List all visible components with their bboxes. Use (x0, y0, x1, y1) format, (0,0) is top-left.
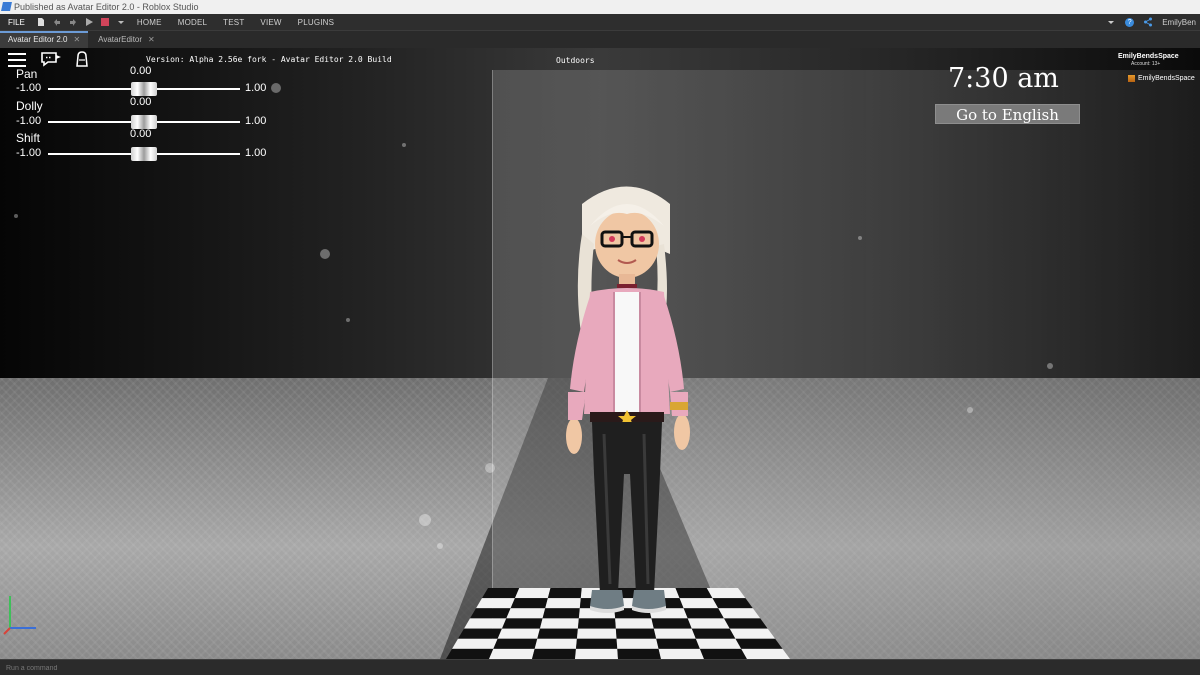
game-viewport[interactable]: Version: Alpha 2.56e fork - Avatar Edito… (0, 48, 1200, 659)
slider-value: 0.00 (130, 65, 152, 77)
play-icon[interactable] (84, 17, 94, 27)
ribbon-right-tools: ? EmilyBen (1103, 17, 1200, 27)
quick-access-dropdown-icon[interactable] (116, 17, 126, 27)
menu-model[interactable]: MODEL (170, 18, 215, 27)
undo-icon[interactable] (52, 17, 62, 27)
window-title: Published as Avatar Editor 2.0 - Roblox … (14, 2, 199, 12)
slider-min-label: -1.00 (16, 82, 42, 94)
chevron-down-icon[interactable] (1106, 17, 1116, 27)
slider-min-label: -1.00 (16, 115, 42, 127)
location-label: Outdoors (556, 56, 595, 65)
roblox-studio-icon (1, 2, 12, 11)
tab-avatar-editor[interactable]: AvatarEditor ✕ (90, 31, 163, 48)
slider-max-label: 1.00 (245, 115, 267, 127)
user-name[interactable]: EmilyBen (1162, 18, 1196, 27)
ribbon-bar: FILE HOME MODEL TEST VIEW PLUGINS ? Emil… (0, 14, 1200, 31)
tab-label: AvatarEditor (98, 35, 143, 44)
player-list-name: EmilyBendsSpace (1138, 75, 1195, 82)
axis-gizmo-icon (3, 596, 36, 635)
slider-min-label: -1.00 (16, 147, 42, 159)
file-menu-button[interactable]: FILE (0, 14, 33, 31)
hamburger-menu-icon[interactable] (8, 53, 26, 67)
new-file-icon[interactable] (36, 17, 46, 27)
close-icon[interactable]: ✕ (148, 31, 155, 48)
menu-test[interactable]: TEST (215, 18, 252, 27)
menu-plugins[interactable]: PLUGINS (290, 18, 343, 27)
tab-avatar-editor-2[interactable]: Avatar Editor 2.0 ✕ (0, 31, 89, 48)
slider-thumb[interactable] (131, 82, 157, 96)
player-list-item[interactable]: EmilyBendsSpace (1128, 75, 1195, 82)
slider-max-label: 1.00 (245, 82, 267, 94)
version-label: Version: Alpha 2.56e fork - Avatar Edito… (146, 55, 392, 64)
close-icon[interactable]: ✕ (73, 33, 80, 48)
clock-display: 7:30 am (948, 63, 1059, 94)
command-input[interactable] (6, 663, 406, 673)
rank-icon (1128, 75, 1135, 82)
slider-value: 0.00 (130, 128, 152, 140)
window-titlebar: Published as Avatar Editor 2.0 - Roblox … (0, 0, 1200, 14)
slider-label: Pan (16, 67, 38, 81)
avatar-character[interactable] (552, 174, 702, 614)
stop-icon[interactable] (100, 17, 110, 27)
chat-icon[interactable] (40, 51, 62, 67)
slider-thumb[interactable] (131, 147, 157, 161)
menu-view[interactable]: VIEW (252, 18, 289, 27)
redo-icon[interactable] (68, 17, 78, 27)
menu-home[interactable]: HOME (129, 18, 170, 27)
backpack-icon[interactable] (75, 51, 89, 67)
slider-max-label: 1.00 (245, 147, 267, 159)
document-tabs: Avatar Editor 2.0 ✕ AvatarEditor ✕ (0, 31, 1200, 48)
tab-label: Avatar Editor 2.0 (8, 35, 68, 44)
go-to-english-button[interactable]: Go to English (935, 104, 1080, 124)
command-bar (0, 659, 1200, 675)
player-account-label: Account: 13+ (1131, 61, 1161, 67)
player-name[interactable]: EmilyBendsSpace (1118, 53, 1179, 60)
slider-value: 0.00 (130, 96, 152, 108)
slider-thumb[interactable] (131, 115, 157, 129)
slider-label: Dolly (16, 99, 43, 113)
help-icon[interactable]: ? (1125, 17, 1135, 27)
slider-label: Shift (16, 131, 41, 145)
share-icon[interactable] (1143, 17, 1153, 27)
